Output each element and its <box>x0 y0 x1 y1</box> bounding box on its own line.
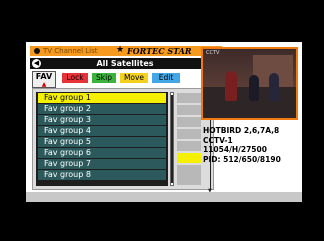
brand-logo: FORTEC STAR <box>127 46 192 56</box>
satellite-selector[interactable]: ◀ All Satellites ▶ <box>30 58 220 69</box>
info-satellite: HOTBIRD 2,6,7A,8 <box>203 126 280 135</box>
skip-button[interactable]: Skip <box>92 73 116 83</box>
channel-info: HOTBIRD 2,6,7A,8 CCTV-1 11054/H/27500 PI… <box>203 126 299 164</box>
bottom-strip <box>26 192 302 202</box>
preview-figure <box>225 71 237 101</box>
list-item[interactable]: Fav group 4 <box>38 126 166 136</box>
tab-fav[interactable]: FAV ▲ <box>32 71 56 88</box>
list-item[interactable]: Fav group 8 <box>38 170 166 180</box>
info-pid: PID: 512/650/8190 <box>203 154 281 164</box>
scrollbar-thumb[interactable] <box>171 95 173 183</box>
header-bar: TV Channel List ★ FORTEC STAR <box>30 45 222 56</box>
satellite-label: All Satellites <box>96 59 154 68</box>
status-bar <box>177 93 201 103</box>
list-item[interactable]: Fav group 6 <box>38 148 166 158</box>
status-bar <box>177 165 201 175</box>
receiver-screen: TV Channel List ★ FORTEC STAR ◀ All Sate… <box>26 42 302 202</box>
status-bar <box>177 175 201 185</box>
edit-button[interactable]: Edit <box>152 73 180 83</box>
status-bar <box>177 129 201 139</box>
bullet-icon <box>34 48 40 54</box>
status-bar <box>177 105 201 115</box>
group-list-panel: Fav group 1 Fav group 2 Fav group 3 Fav … <box>32 88 214 190</box>
preview-channel-logo: CCTV <box>206 50 220 56</box>
info-transponder: 11054/H/27500 <box>203 145 267 154</box>
list-item[interactable]: Fav group 2 <box>38 104 166 114</box>
preview-figure <box>249 75 259 101</box>
list-item[interactable]: Fav group 3 <box>38 115 166 125</box>
move-button[interactable]: Move <box>120 73 148 83</box>
group-list: Fav group 1 Fav group 2 Fav group 3 Fav … <box>36 92 168 186</box>
screen-title: TV Channel List <box>43 47 98 55</box>
status-bar <box>177 141 201 151</box>
status-bar <box>177 117 201 127</box>
list-scrollbar[interactable] <box>170 92 174 186</box>
list-item[interactable]: Fav group 5 <box>38 137 166 147</box>
lock-button[interactable]: Lock <box>62 73 88 83</box>
status-bar-highlighted <box>177 153 201 163</box>
list-item[interactable]: Fav group 7 <box>38 159 166 169</box>
tab-fav-label: FAV <box>35 72 53 81</box>
video-preview: CCTV <box>201 47 298 120</box>
star-icon: ★ <box>116 45 125 55</box>
info-channel: CCTV-1 <box>203 135 233 145</box>
list-item[interactable]: Fav group 1 <box>38 93 166 103</box>
preview-figure <box>269 73 279 101</box>
